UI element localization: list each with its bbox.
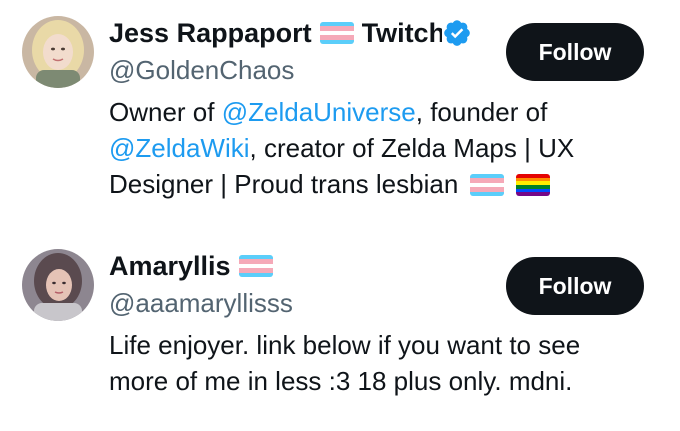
avatar[interactable] [22,249,94,321]
bio-text: , founder of [415,97,548,127]
display-name-row[interactable]: Amaryllis [109,247,484,285]
bio-text: Owner of [109,97,222,127]
rainbow-flag-emoji [515,174,550,196]
user-bio: Life enjoyer. link below if you want to … [109,327,629,399]
user-cell[interactable]: Amaryllis @aaamaryllisss Life enjoyer. l… [0,230,680,431]
bio-text: Life enjoyer. link below if you want to … [109,330,581,396]
user-cell[interactable]: Jess Rappaport Twitch @GoldenChaos Owner… [0,0,680,230]
display-name[interactable]: Jess Rappaport [109,14,312,52]
trans-flag-emoji [319,22,354,44]
mention-link[interactable]: @ZeldaWiki [109,133,250,163]
user-bio: Owner of @ZeldaUniverse, founder of @Zel… [109,94,629,202]
display-name-suffix[interactable]: Twitch [362,14,442,52]
trans-flag-emoji [238,255,273,277]
follow-button[interactable]: Follow [506,257,644,315]
who-to-follow-list: Jess Rappaport Twitch @GoldenChaos Owner… [0,0,680,431]
trans-flag-emoji [469,174,504,196]
display-name[interactable]: Amaryllis [109,247,231,285]
display-name-row[interactable]: Jess Rappaport Twitch [109,14,484,52]
mention-link[interactable]: @ZeldaUniverse [222,97,416,127]
follow-button[interactable]: Follow [506,23,644,81]
avatar[interactable] [22,16,94,88]
verified-badge-icon [443,20,470,46]
